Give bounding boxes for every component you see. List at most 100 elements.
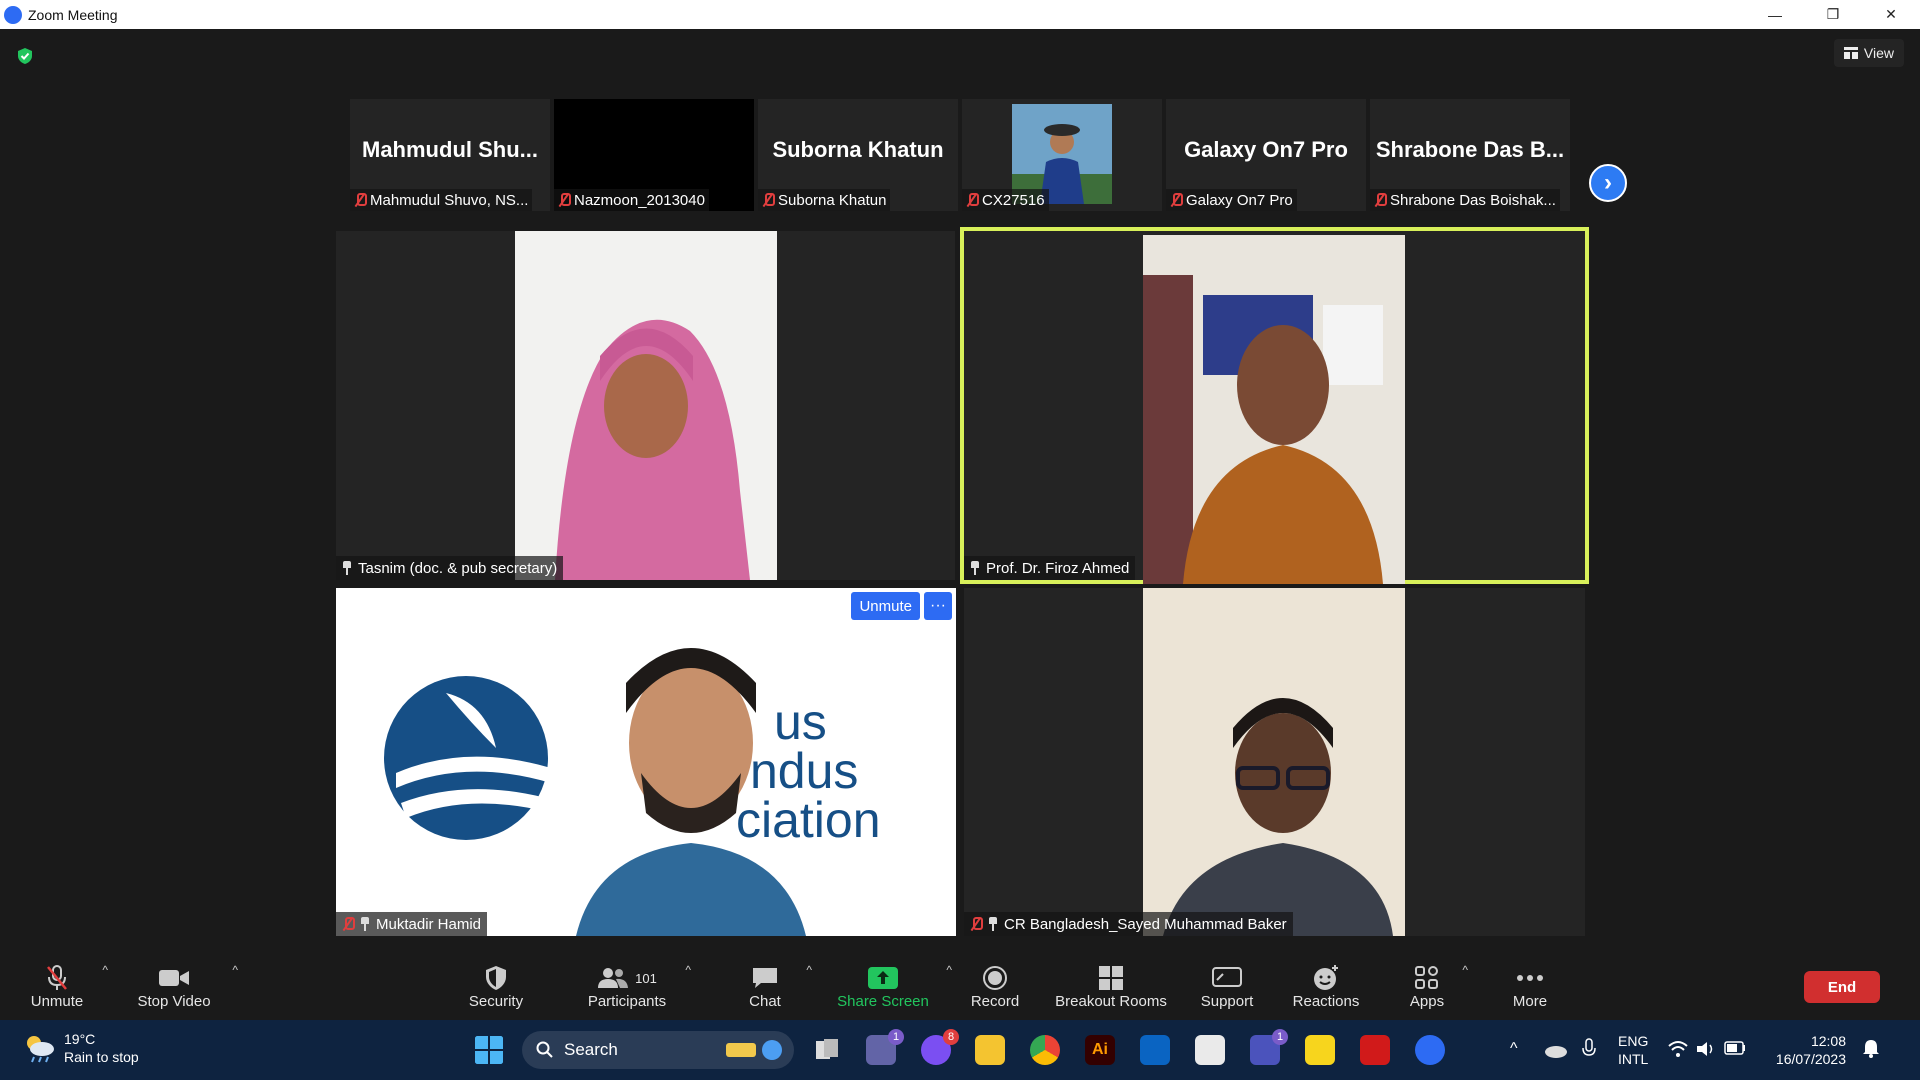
end-meeting-button[interactable]: End: [1804, 971, 1880, 1003]
participant-thumbnail[interactable]: Nazmoon_2013040: [554, 99, 754, 211]
record-button[interactable]: Record: [969, 953, 1021, 1020]
snipping-tool-icon[interactable]: [1195, 1035, 1225, 1065]
encryption-shield-icon[interactable]: [16, 47, 34, 65]
participant-thumbnail[interactable]: Galaxy On7 Pro Galaxy On7 Pro: [1166, 99, 1366, 211]
weather-widget[interactable]: 19°C Rain to stop: [22, 1030, 139, 1066]
pin-icon: [988, 917, 998, 931]
volume-icon[interactable]: [1696, 1040, 1716, 1058]
stop-video-button[interactable]: Stop Video ^: [132, 953, 238, 1020]
mic-muted-icon: [558, 193, 571, 207]
search-highlight-icon: [726, 1040, 782, 1060]
reactions-button[interactable]: Reactions: [1292, 953, 1360, 1020]
zoom-logo-icon: [4, 5, 22, 24]
teams-icon[interactable]: 1: [1250, 1029, 1288, 1065]
next-page-arrow-icon[interactable]: ›: [1589, 164, 1627, 202]
participant-name: Suborna Khatun: [778, 191, 887, 209]
apps-button[interactable]: Apps ^: [1408, 953, 1468, 1020]
share-options-caret-icon[interactable]: ^: [946, 963, 952, 977]
more-button[interactable]: More: [1510, 953, 1550, 1020]
virtual-background-logo: [384, 676, 551, 840]
clock[interactable]: 12:08 16/07/2023: [1762, 1032, 1846, 1068]
share-screen-icon: [868, 967, 898, 989]
participant-thumbnail[interactable]: Suborna Khatun Suborna Khatun: [758, 99, 958, 211]
breakout-rooms-button[interactable]: Breakout Rooms: [1054, 953, 1168, 1020]
participant-name: Prof. Dr. Firoz Ahmed: [986, 559, 1130, 577]
outlook-icon[interactable]: [1140, 1035, 1170, 1065]
participant-thumbnail[interactable]: Shrabone Das B... Shrabone Das Boishak..…: [1370, 99, 1570, 211]
participant-display-name: Mahmudul Shu...: [362, 137, 538, 162]
view-button[interactable]: View: [1833, 39, 1904, 67]
windows-taskbar: 19°C Rain to stop Search 1 8 Ai 1 ^ ENG …: [0, 1020, 1920, 1080]
notification-badge: 1: [1272, 1029, 1288, 1045]
participant-thumbnail[interactable]: Mahmudul Shu... Mahmudul Shuvo, NS...: [350, 99, 550, 211]
view-label: View: [1863, 45, 1894, 61]
task-view-icon[interactable]: [812, 1035, 842, 1065]
taskbar-search[interactable]: Search: [522, 1031, 794, 1069]
notification-bell-icon[interactable]: [1862, 1038, 1880, 1058]
clock-date: 16/07/2023: [1775, 1051, 1846, 1067]
unmute-participant-button[interactable]: Unmute: [851, 592, 920, 620]
video-options-caret-icon[interactable]: ^: [232, 963, 238, 977]
apps-options-caret-icon[interactable]: ^: [1462, 963, 1468, 977]
chat-options-caret-icon[interactable]: ^: [806, 963, 812, 977]
participant-video: [576, 648, 806, 936]
apps-icon: [1415, 966, 1438, 989]
apps-label: Apps: [1409, 993, 1445, 1010]
language-indicator[interactable]: ENG INTL: [1618, 1032, 1648, 1068]
video-tile-firoz[interactable]: Prof. Dr. Firoz Ahmed: [960, 227, 1589, 584]
video-tile-tasnim[interactable]: Tasnim (doc. & pub secretary): [336, 231, 955, 580]
breakout-rooms-icon: [1099, 966, 1123, 990]
security-shield-icon: [486, 966, 506, 990]
security-button[interactable]: Security: [466, 953, 526, 1020]
participant-name: Nazmoon_2013040: [574, 191, 705, 209]
chrome-icon[interactable]: [1030, 1035, 1060, 1065]
teams-meet-icon[interactable]: 1: [866, 1029, 904, 1065]
chat-button[interactable]: Chat ^: [740, 953, 812, 1020]
participant-video: [1143, 588, 1405, 936]
participant-name: Tasnim (doc. & pub secretary): [358, 559, 558, 577]
unmute-label: Unmute: [30, 993, 84, 1010]
mic-muted-icon: [970, 917, 983, 931]
chat-bubble-icon: [753, 968, 777, 988]
share-screen-button[interactable]: Share Screen ^: [836, 953, 952, 1020]
participant-name: Shrabone Das Boishak...: [1390, 191, 1556, 209]
sticky-notes-icon[interactable]: [1305, 1035, 1335, 1065]
participant-options-button[interactable]: ···: [924, 592, 952, 620]
meeting-toolbar: Unmute ^ Stop Video ^ Security 101 Parti…: [0, 953, 1920, 1020]
participants-count: 101: [635, 970, 657, 986]
restore-button[interactable]: ❐: [1804, 0, 1862, 29]
mic-muted-icon: [354, 193, 367, 207]
support-screen-icon: [1212, 967, 1242, 987]
illustrator-icon[interactable]: Ai: [1085, 1035, 1115, 1065]
onedrive-cloud-icon[interactable]: [1544, 1042, 1568, 1058]
participants-options-caret-icon[interactable]: ^: [685, 963, 691, 977]
video-tile-muktadir[interactable]: us ndus ciation Unmute ··· Muktadir Hami…: [336, 588, 956, 936]
microphone-icon[interactable]: [1582, 1038, 1596, 1060]
chat-label: Chat: [749, 993, 781, 1010]
acrobat-icon[interactable]: [1360, 1035, 1390, 1065]
minimize-button[interactable]: —: [1746, 0, 1804, 29]
file-explorer-icon[interactable]: [975, 1035, 1005, 1065]
close-button[interactable]: ✕: [1862, 0, 1920, 29]
support-button[interactable]: Support: [1200, 953, 1254, 1020]
participant-thumbnail[interactable]: CX27516: [962, 99, 1162, 211]
more-dots-icon: [1517, 975, 1543, 981]
wifi-icon[interactable]: [1668, 1040, 1688, 1058]
stop-video-label: Stop Video: [137, 993, 211, 1010]
unmute-button[interactable]: Unmute ^: [28, 953, 108, 1020]
zoom-taskbar-icon[interactable]: [1415, 1035, 1445, 1065]
video-tile-sayed[interactable]: CR Bangladesh_Sayed Muhammad Baker: [964, 588, 1585, 936]
messenger-icon[interactable]: 8: [921, 1029, 959, 1065]
audio-options-caret-icon[interactable]: ^: [102, 963, 108, 977]
meeting-stage: View Mahmudul Shu... Mahmudul Shuvo, NS.…: [0, 29, 1920, 953]
grid-view-icon: [1843, 47, 1858, 59]
reactions-label: Reactions: [1292, 993, 1360, 1010]
participants-button[interactable]: 101 Participants ^: [585, 953, 691, 1020]
participant-name: Muktadir Hamid: [376, 915, 482, 933]
battery-icon[interactable]: [1724, 1041, 1746, 1055]
mic-muted-icon: [966, 193, 979, 207]
windows-start-icon[interactable]: [474, 1035, 504, 1065]
tray-overflow-chevron-icon[interactable]: ^: [1510, 1040, 1518, 1058]
mic-off-icon: [47, 965, 67, 990]
system-tray: ^ ENG INTL 12:08 16/07/2023: [1500, 1020, 1920, 1080]
